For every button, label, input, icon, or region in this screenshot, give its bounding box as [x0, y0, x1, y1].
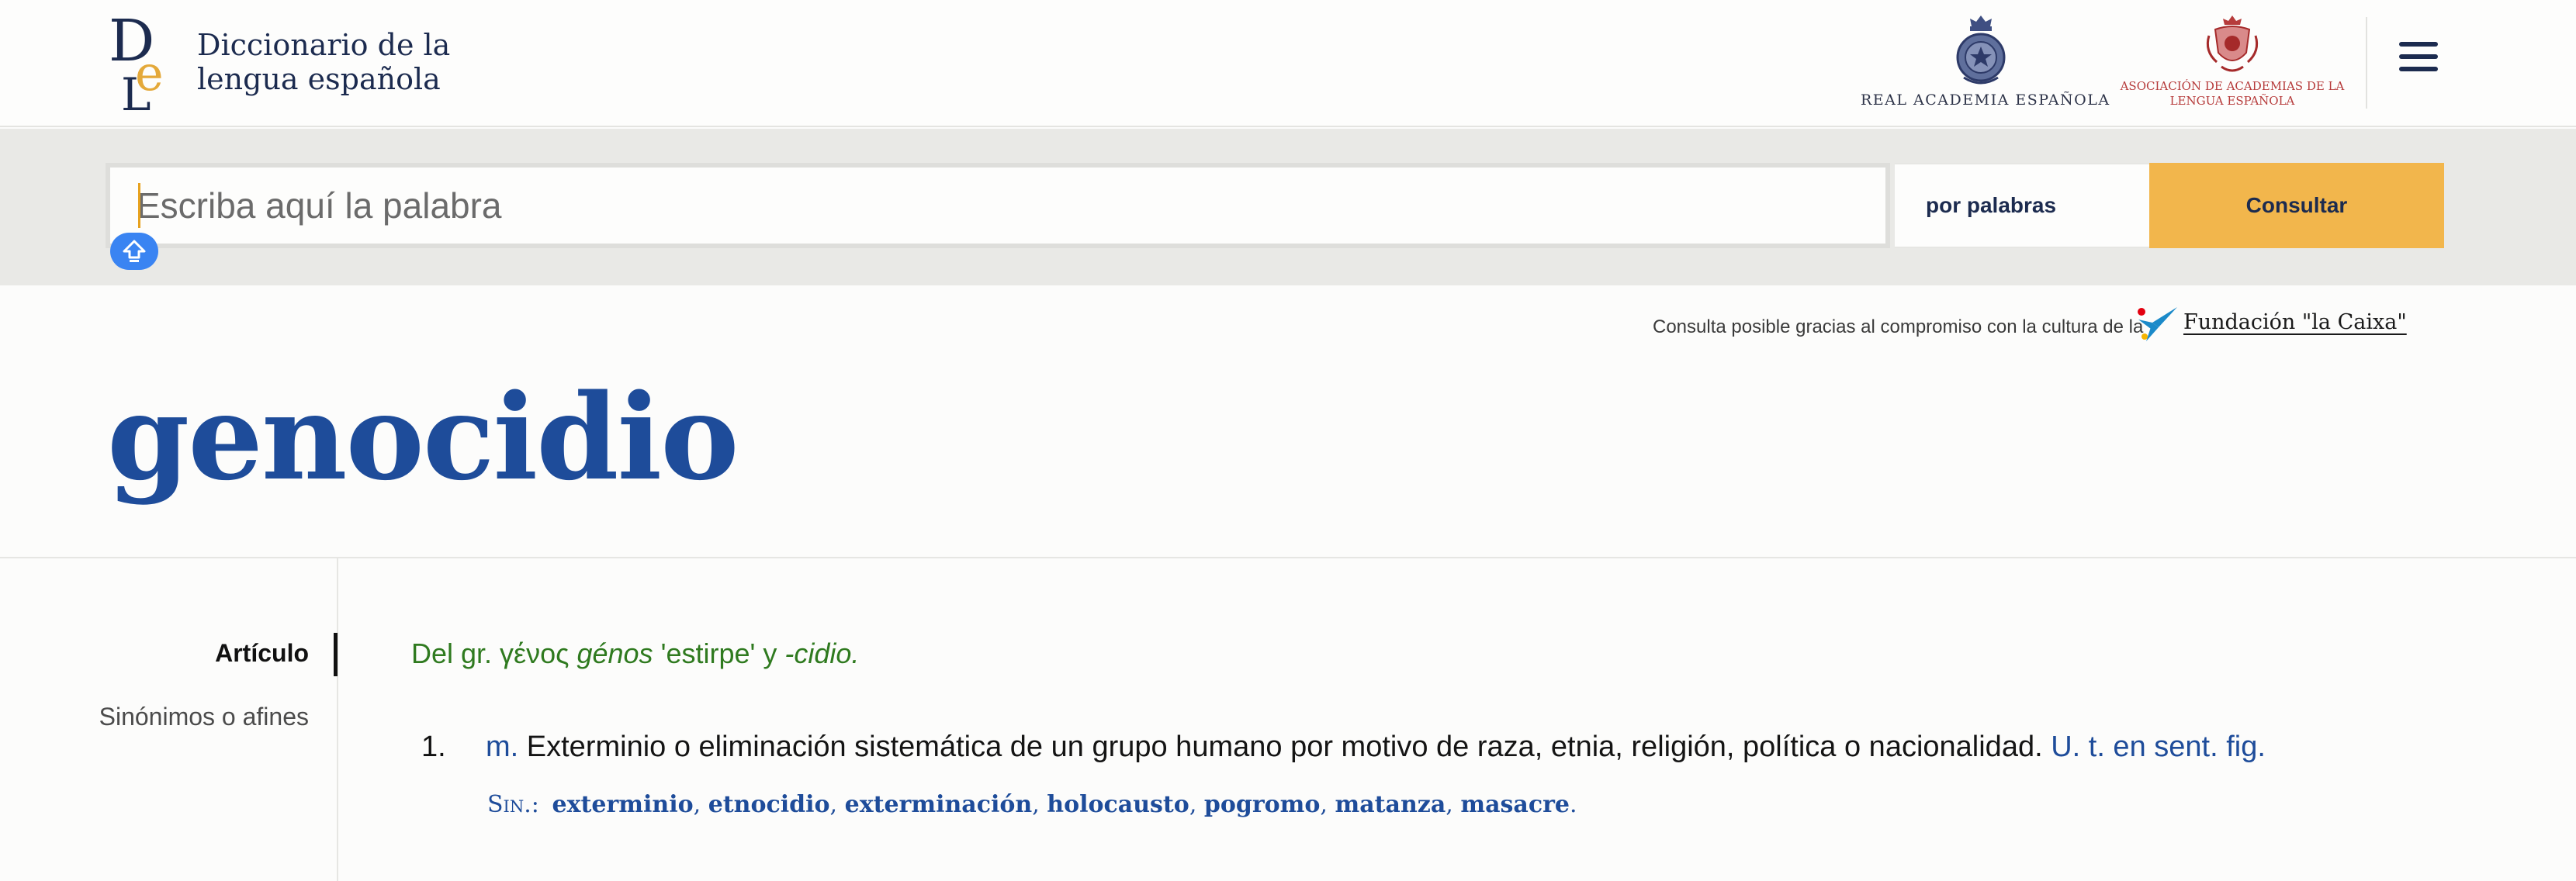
search-box — [106, 163, 1890, 248]
entry-headword: genocidio — [107, 368, 739, 506]
grammar-category-abbr[interactable]: m. — [486, 731, 518, 763]
etymology-suffix: -cidio. — [784, 637, 860, 669]
asale-label-line1: ASOCIACIÓN DE ACADEMIAS DE LA — [2120, 79, 2345, 93]
etymology-gloss: 'estirpe' y — [653, 637, 785, 669]
sponsor-text: Consulta posible gracias al compromiso c… — [1653, 316, 2144, 337]
consult-button[interactable]: Consultar — [2149, 163, 2444, 248]
svg-text:L: L — [121, 68, 151, 112]
keyboard-toggle-icon[interactable] — [110, 233, 158, 270]
etymology: Del gr. γένος génos 'estirpe' y -cidio. — [411, 637, 859, 670]
synonyms-label: Sin.: — [487, 791, 539, 818]
la-caixa-star-icon — [2138, 307, 2177, 341]
search-bar: por palabras Consultar — [0, 129, 2576, 285]
sponsor-link[interactable]: Fundación "la Caixa" — [2183, 310, 2407, 334]
keyboard-arrow-icon — [123, 240, 146, 262]
dictionary-title-line2: lengua española — [197, 62, 441, 96]
etymology-prefix: Del gr. γένος — [411, 637, 577, 669]
synonym-link[interactable]: masacre — [1460, 791, 1570, 818]
asale-crest-icon — [2206, 16, 2259, 72]
rae-link[interactable]: REAL ACADEMIA ESPAÑOLA — [1861, 12, 2110, 113]
usage-note-abbr[interactable]: U. t. en sent. fig. — [2051, 731, 2266, 763]
asale-label-line2: LENGUA ESPAÑOLA — [2169, 94, 2295, 108]
synonyms-line: Sin.: exterminio, etnocidio, exterminaci… — [487, 791, 1577, 818]
synonym-link[interactable]: exterminación — [845, 791, 1033, 818]
synonym-link[interactable]: pogromo — [1204, 791, 1321, 818]
content-divider — [0, 557, 2576, 558]
dictionary-title[interactable]: Diccionario de la lengua española — [197, 28, 450, 96]
definition-body: Exterminio o eliminación sistemática de … — [518, 731, 2051, 763]
etymology-translit: génos — [576, 637, 653, 669]
rae-crest-icon — [1956, 16, 2006, 85]
sidebar-item-sinonimos[interactable]: Sinónimos o afines — [99, 703, 309, 731]
definition-number: 1. — [421, 731, 446, 763]
site-header: D e L Diccionario de la lengua española … — [0, 0, 2576, 127]
dle-logo-icon[interactable]: D e L — [107, 12, 185, 112]
asale-link[interactable]: ASOCIACIÓN DE ACADEMIAS DE LA LENGUA ESP… — [2120, 12, 2345, 113]
synonym-link[interactable]: matanza — [1335, 791, 1446, 818]
synonym-link[interactable]: exterminio — [552, 791, 694, 818]
dictionary-title-line1: Diccionario de la — [197, 28, 451, 62]
synonym-link[interactable]: holocausto — [1047, 791, 1189, 818]
search-mode-select[interactable]: por palabras — [1895, 163, 2149, 248]
asale-label: ASOCIACIÓN DE ACADEMIAS DE LA LENGUA ESP… — [2120, 79, 2345, 109]
header-divider — [2366, 17, 2367, 109]
search-input[interactable] — [110, 168, 1885, 244]
synonym-link[interactable]: etnocidio — [708, 791, 830, 818]
sidebar-item-articulo[interactable]: Artículo — [215, 639, 309, 668]
sidebar-active-indicator — [334, 633, 338, 676]
hamburger-menu-icon[interactable] — [2399, 42, 2446, 82]
sidebar-divider — [337, 558, 338, 881]
definition-text: m. Exterminio o eliminación sistemática … — [486, 731, 2266, 764]
text-caret — [138, 183, 140, 228]
rae-label: REAL ACADEMIA ESPAÑOLA — [1861, 92, 2110, 109]
